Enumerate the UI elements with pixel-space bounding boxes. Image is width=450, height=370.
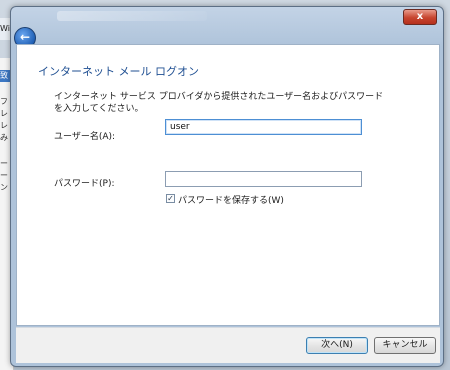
remember-password-checkbox[interactable]: ✓	[166, 194, 175, 203]
username-input[interactable]	[165, 119, 362, 135]
password-label: パスワード(P):	[54, 179, 115, 189]
remember-password-label[interactable]: パスワードを保存する(W)	[178, 193, 284, 206]
username-label: ユーザー名(A):	[54, 132, 116, 142]
next-button[interactable]: 次へ(N)	[306, 337, 368, 354]
dialog-footer: 次へ(N) キャンセル	[16, 327, 440, 363]
instruction-text: インターネット サービス プロバイダから提供されたユーザー名およびパスワードを入…	[54, 92, 384, 114]
dialog-titlebar: x	[11, 7, 443, 29]
page-title: インターネット メール ログオン	[38, 65, 199, 78]
dialog-content: インターネット メール ログオン インターネット サービス プロバイダから提供さ…	[16, 44, 440, 326]
cancel-button[interactable]: キャンセル	[374, 337, 436, 354]
close-button[interactable]: x	[403, 9, 437, 25]
dialog-title-blur	[57, 11, 207, 21]
password-input[interactable]	[165, 171, 362, 187]
internet-mail-logon-dialog: x ← インターネット メール ログオン インターネット サービス プロバイダか…	[10, 6, 444, 367]
